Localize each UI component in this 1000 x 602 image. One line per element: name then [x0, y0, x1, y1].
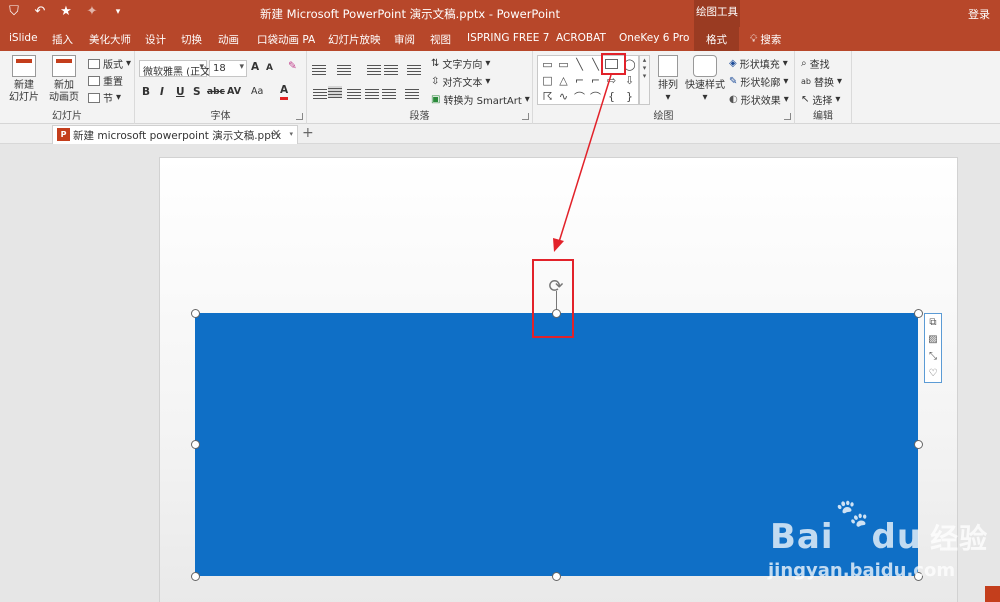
watermark-brand2: du — [871, 517, 923, 557]
baidu-watermark-url: jingyan.baidu.com — [768, 560, 956, 581]
baidu-watermark-logo: Bai du 经验 — [770, 517, 988, 557]
watermark-brand-cn: 经验 — [930, 522, 989, 555]
watermark-brand: Bai — [770, 517, 834, 557]
corner-app-icon — [985, 586, 1000, 602]
